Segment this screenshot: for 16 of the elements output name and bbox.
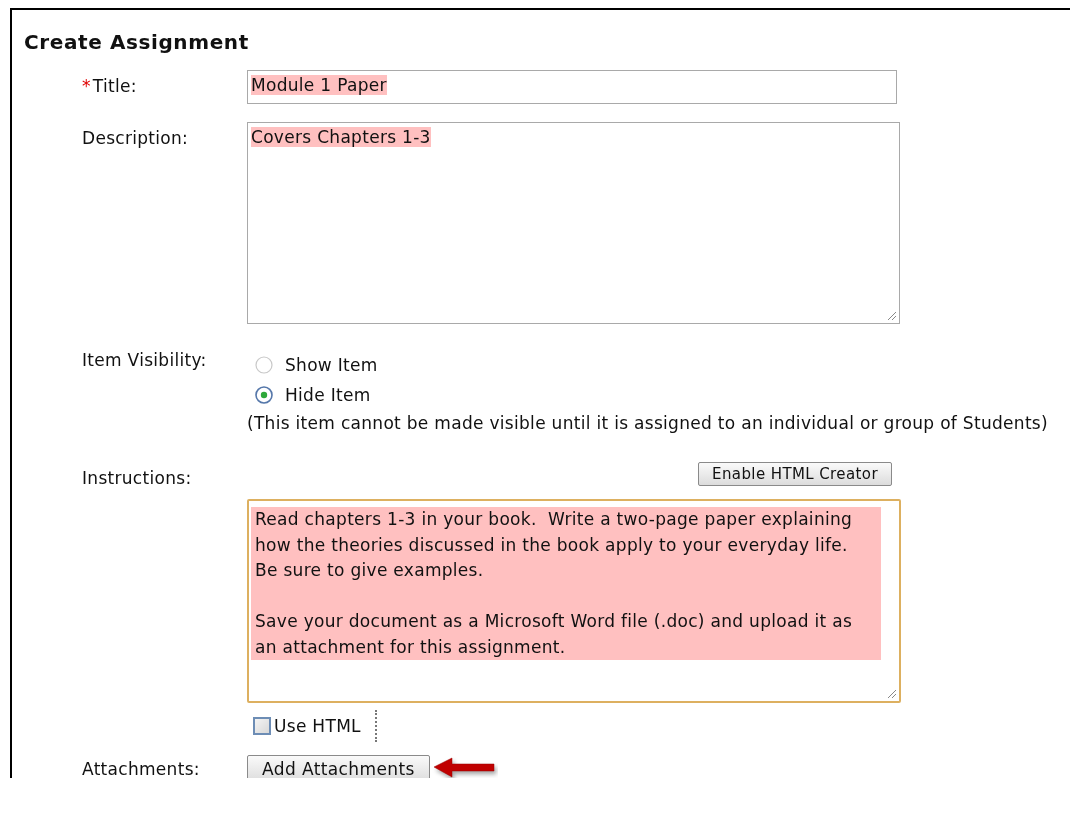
title-input-field[interactable]: Module 1 Paper [247, 70, 897, 104]
form-heading: Create Assignment [24, 30, 250, 54]
field-label: Description: [82, 128, 189, 148]
instructions-text-area[interactable]: Read chapters 1-3 in your book. Write a two-page paper explaining how the theories discussed in the book apply to your everyday life. Be sure to give examples. Save your document as a Microsoft Word file (.doc) and upload it as an attachment for this assignment. [247, 499, 901, 703]
field-label: Instructions: [82, 468, 192, 488]
visibility-note: (This item cannot be made visible until it is assigned to an individual or group of Students) [247, 412, 1049, 435]
field-label: Attachments: [82, 759, 200, 778]
description-text-area[interactable]: Covers Chapters 1-3 [247, 122, 900, 324]
add-attachments-button[interactable]: Add Attachments [247, 755, 430, 778]
radio-label[interactable]: Show Item [285, 355, 378, 375]
field-label: Item Visibility: [82, 350, 207, 370]
checkbox-label[interactable]: Use HTML [274, 716, 361, 736]
radio-label[interactable]: Hide Item [285, 385, 371, 405]
field-label: Title: [92, 76, 137, 96]
enable-html-creator-button[interactable]: Enable HTML Creator [698, 462, 892, 486]
required-mark: * [82, 76, 91, 96]
